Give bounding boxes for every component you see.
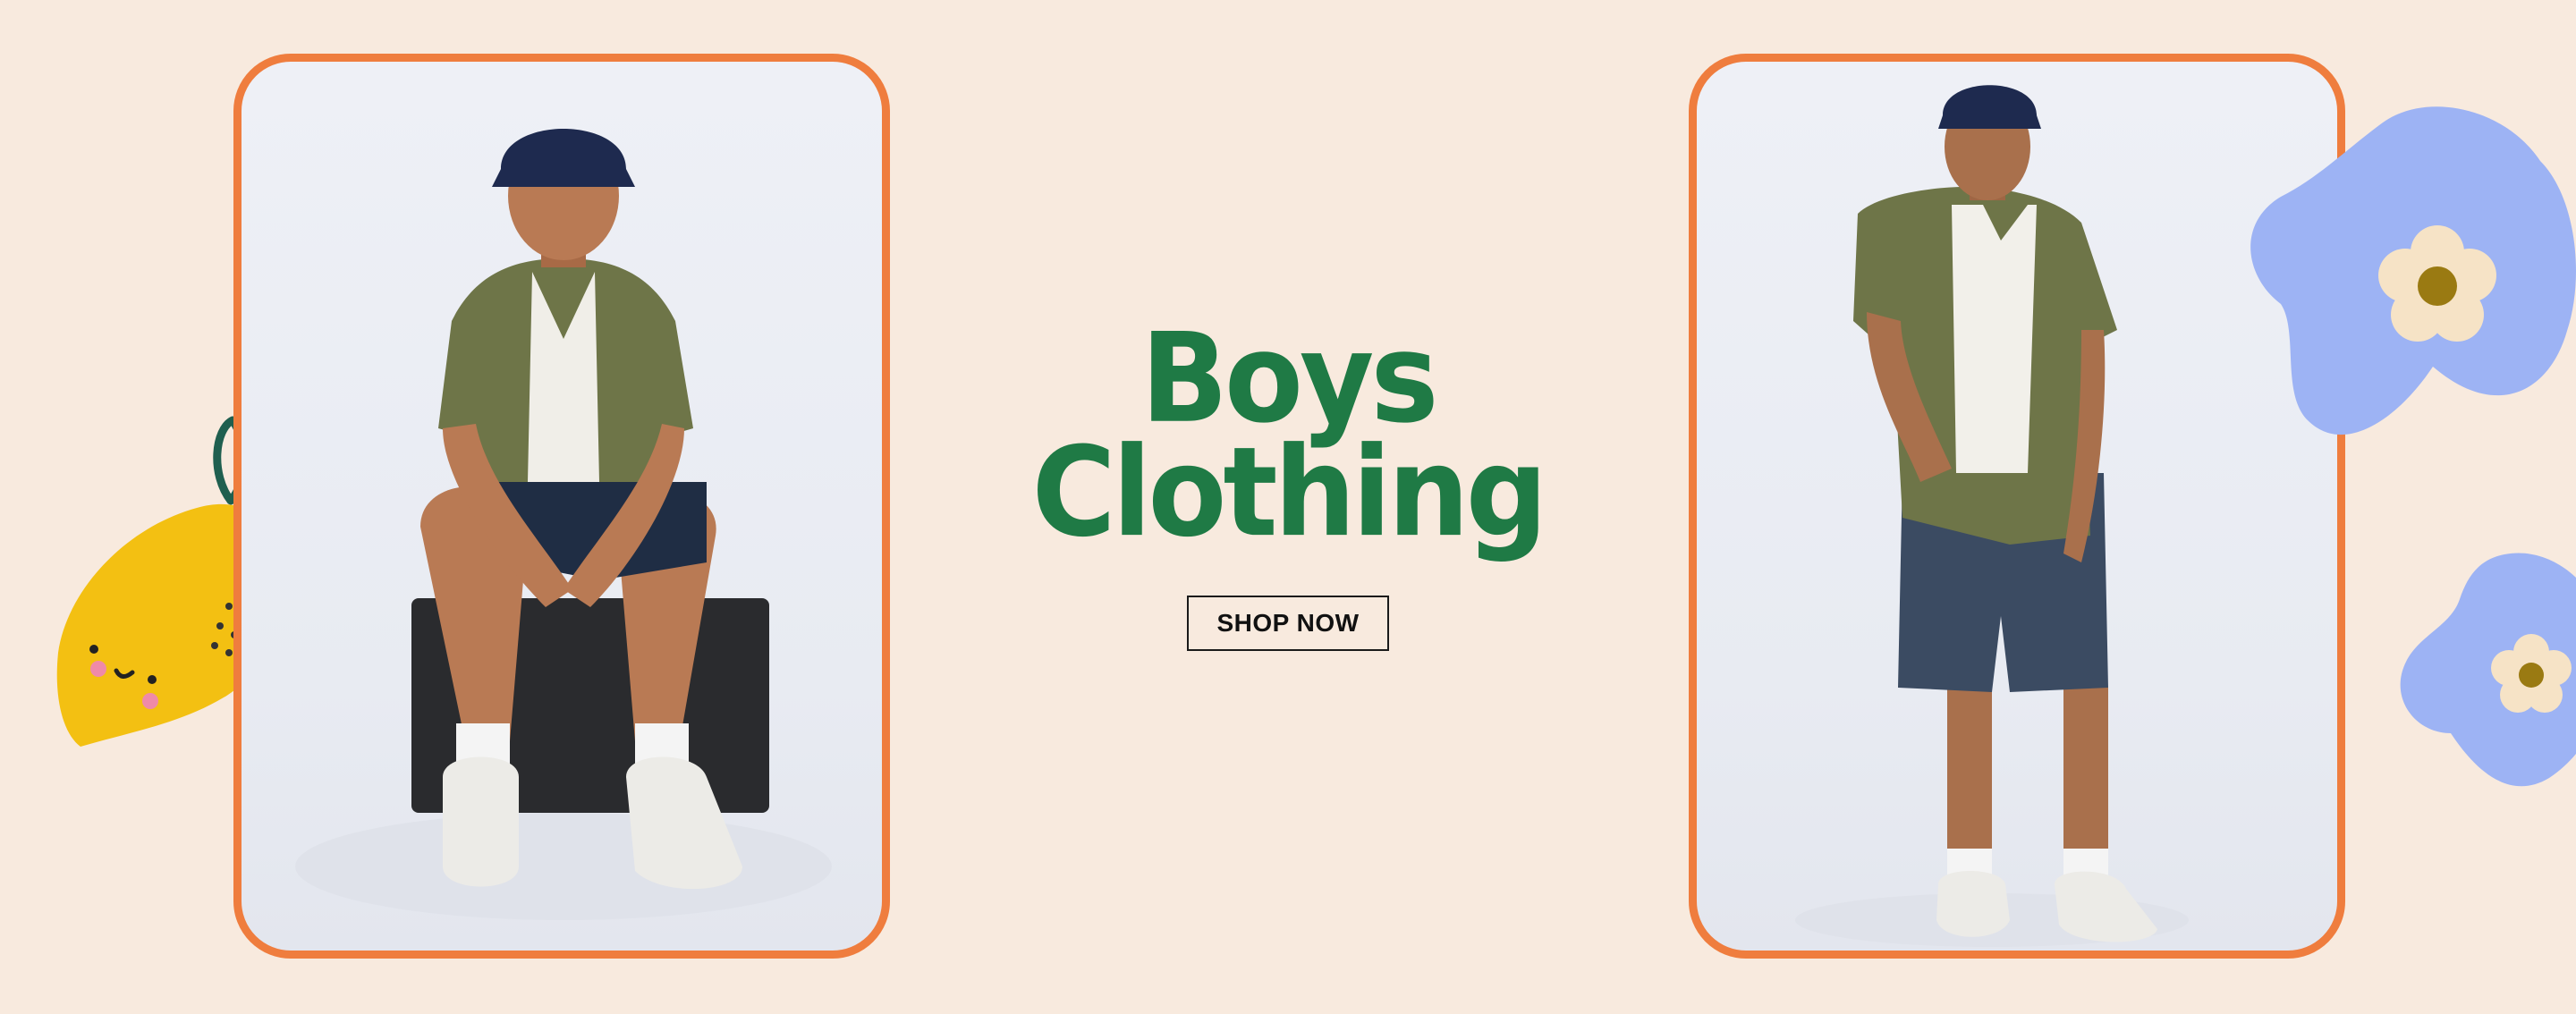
boy-sitting-photo[interactable]: [233, 54, 890, 959]
headline-line-2: Clothing: [1031, 420, 1548, 565]
flower-illustration: [2250, 106, 2576, 435]
headline-line-1: Boys: [1140, 307, 1438, 452]
flower-illustration: [2400, 553, 2576, 787]
promo-banner: Boys Clothing SHOP NOW: [0, 0, 2576, 1014]
page-title: Boys Clothing: [1020, 307, 1556, 565]
headline-block: Boys Clothing SHOP NOW: [1020, 317, 1556, 651]
shop-now-button[interactable]: SHOP NOW: [1187, 596, 1389, 651]
